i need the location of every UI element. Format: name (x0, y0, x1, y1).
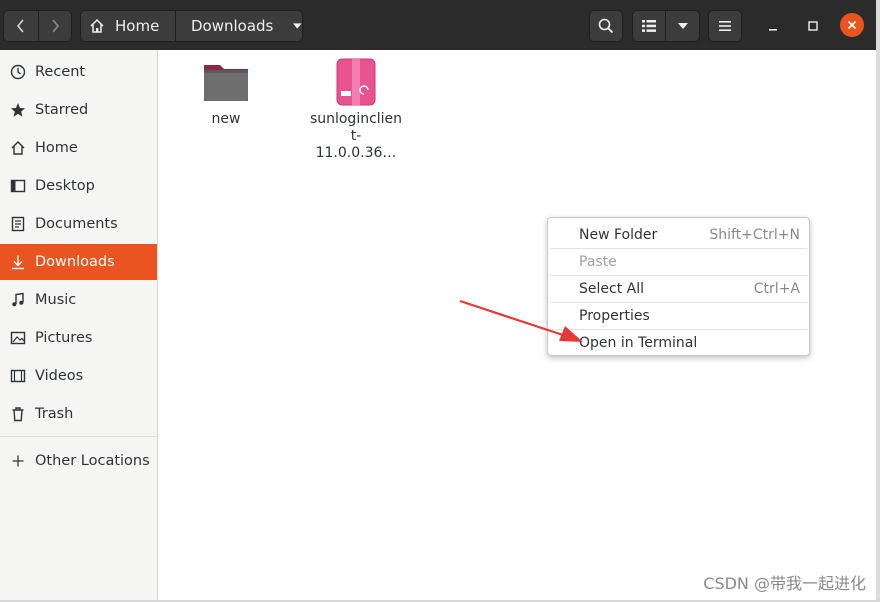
chevron-down-icon (293, 23, 302, 29)
sidebar-item-documents[interactable]: Documents (0, 206, 157, 242)
star-icon (10, 102, 26, 118)
sidebar-item-label: Home (35, 140, 78, 156)
sidebar-item-home[interactable]: Home (0, 130, 157, 166)
headerbar: Home Downloads (0, 0, 876, 50)
sidebar-item-videos[interactable]: Videos (0, 358, 157, 394)
watermark: CSDN @带我一起进化 (703, 574, 866, 593)
sidebar-item-label: Desktop (35, 178, 95, 194)
sidebar-item-label: Downloads (35, 254, 115, 270)
menu-item-select-all[interactable]: Select All Ctrl+A (548, 276, 809, 302)
file-name: sunloginclien t- 11.0.0.36… (306, 111, 406, 162)
places-sidebar: Recent Starred Home Desktop Documents Do… (0, 50, 158, 600)
file-item-sunloginclient[interactable]: sunloginclien t- 11.0.0.36… (306, 58, 406, 162)
path-downloads-label: Downloads (191, 17, 274, 35)
menu-item-new-folder[interactable]: New Folder Shift+Ctrl+N (548, 222, 809, 248)
sidebar-item-desktop[interactable]: Desktop (0, 168, 157, 204)
sidebar-divider (0, 436, 157, 437)
close-icon (847, 20, 857, 30)
close-button[interactable] (840, 13, 864, 37)
minimize-button[interactable] (761, 14, 785, 38)
menu-item-properties[interactable]: Properties (548, 303, 809, 329)
chevron-right-icon (52, 19, 60, 33)
file-name: new (211, 111, 241, 127)
search-button[interactable] (589, 10, 623, 42)
menu-item-shortcut: Ctrl+A (753, 281, 800, 297)
menu-item-label: Select All (579, 281, 644, 297)
desktop-icon (10, 178, 26, 194)
menu-item-open-in-terminal[interactable]: Open in Terminal (548, 330, 809, 356)
download-icon (10, 254, 26, 270)
maximize-icon (808, 21, 818, 31)
sidebar-item-label: Pictures (35, 330, 93, 346)
file-name-line: t- (350, 128, 362, 144)
sidebar-item-downloads[interactable]: Downloads (0, 244, 157, 280)
picture-icon (10, 330, 26, 346)
video-icon (10, 368, 26, 384)
desktop-edge (876, 0, 880, 602)
sidebar-item-label: Recent (35, 64, 86, 80)
sidebar-item-pictures[interactable]: Pictures (0, 320, 157, 356)
menu-item-label: New Folder (579, 227, 658, 243)
context-menu: New Folder Shift+Ctrl+N Paste Select All… (547, 217, 810, 356)
document-icon (10, 216, 26, 232)
forward-button[interactable] (38, 10, 72, 42)
music-icon (10, 292, 26, 308)
sidebar-item-recent[interactable]: Recent (0, 54, 157, 90)
sidebar-item-label: Trash (35, 406, 74, 422)
menu-item-label: Paste (579, 254, 617, 270)
file-item-new[interactable]: new (176, 58, 276, 128)
sidebar-item-music[interactable]: Music (0, 282, 157, 318)
plus-icon (10, 453, 26, 469)
menu-item-paste: Paste (548, 249, 809, 275)
sidebar-item-label: Starred (35, 102, 89, 118)
menu-button[interactable] (708, 10, 742, 42)
path-bar-home[interactable]: Home (80, 10, 176, 42)
sidebar-item-starred[interactable]: Starred (0, 92, 157, 128)
sidebar-item-trash[interactable]: Trash (0, 396, 157, 432)
sidebar-item-label: Videos (35, 368, 84, 384)
view-list-button[interactable] (632, 10, 666, 42)
trash-icon (10, 406, 26, 422)
view-options-button[interactable] (665, 10, 700, 42)
maximize-button[interactable] (801, 14, 825, 38)
file-name-line: sunloginclien (309, 111, 403, 127)
file-manager-window: Home Downloads Recent Starred Home Deskt… (0, 0, 876, 600)
path-home-label: Home (115, 17, 160, 35)
sidebar-item-label: Music (35, 292, 77, 308)
menu-item-shortcut: Shift+Ctrl+N (709, 227, 800, 243)
list-view-icon (642, 20, 656, 32)
search-icon (598, 18, 614, 34)
folder-icon (204, 65, 248, 101)
chevron-left-icon (16, 19, 24, 33)
file-name-line: 11.0.0.36… (315, 145, 397, 161)
menu-item-label: Open in Terminal (579, 335, 698, 351)
hamburger-icon (719, 21, 731, 31)
minimize-icon (769, 29, 777, 31)
menu-item-label: Properties (579, 308, 650, 324)
home-icon (10, 140, 26, 156)
clock-icon (10, 64, 26, 80)
sidebar-item-label: Documents (35, 216, 118, 232)
package-icon (336, 58, 376, 106)
home-icon (90, 18, 104, 33)
sidebar-item-label: Other Locations (35, 453, 150, 469)
back-button[interactable] (3, 10, 39, 42)
path-bar-downloads[interactable]: Downloads (175, 10, 303, 42)
chevron-down-icon (677, 23, 688, 29)
sidebar-item-other-locations[interactable]: Other Locations (0, 443, 157, 479)
